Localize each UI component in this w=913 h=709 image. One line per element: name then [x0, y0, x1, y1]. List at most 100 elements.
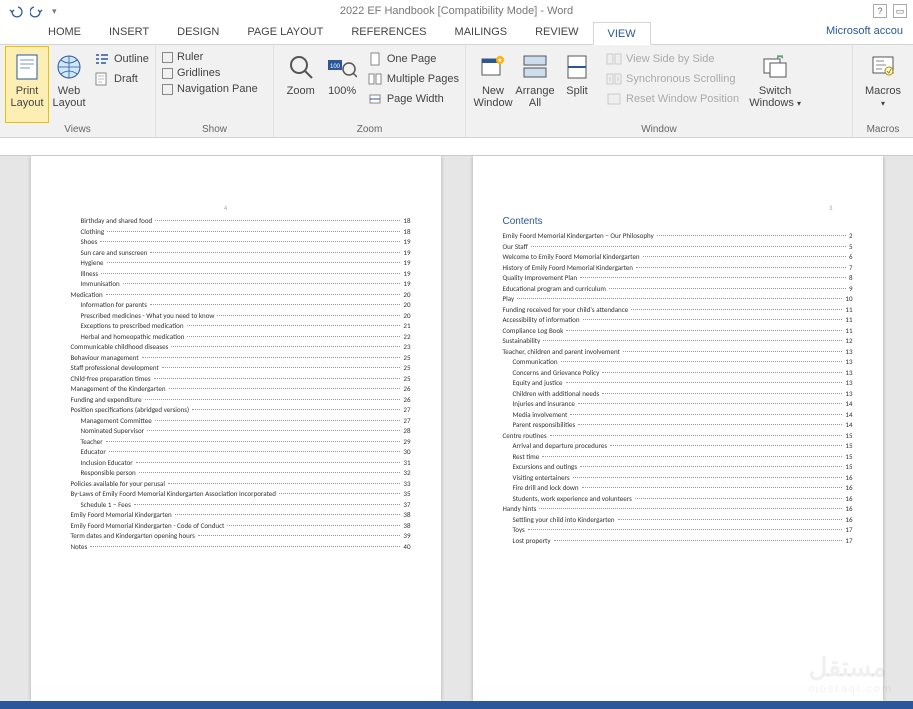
- toc-leader-dots: [142, 357, 401, 358]
- toc-row: Equity and justice13: [503, 378, 853, 389]
- toc-entry-text: Educational program and curriculum: [503, 284, 608, 295]
- multiple-pages-icon: [367, 71, 383, 87]
- new-window-button[interactable]: ★ New Window: [472, 47, 514, 122]
- toc-row: Lost property17: [503, 536, 853, 547]
- ribbon-display-options-icon[interactable]: ▭: [893, 4, 907, 18]
- arrange-all-button[interactable]: Arrange All: [514, 47, 556, 122]
- toc-entry-text: Schedule 1 – Fees: [81, 500, 133, 511]
- macros-button[interactable]: Macros▾: [859, 47, 907, 122]
- synchronous-scrolling-icon: [606, 71, 622, 87]
- toc-entry-page: 27: [401, 416, 410, 427]
- toc-row: Hygiene 19: [61, 258, 411, 269]
- toc-leader-dots: [610, 445, 842, 446]
- redo-icon[interactable]: [30, 4, 48, 18]
- split-button[interactable]: Split: [556, 47, 598, 122]
- tab-mailings[interactable]: MAILINGS: [441, 21, 522, 44]
- toc-entry-page: 18: [401, 227, 410, 238]
- toc-leader-dots: [543, 340, 842, 341]
- view-side-by-side-icon: [606, 51, 622, 67]
- toc-entry-text: Children with additional needs: [513, 389, 602, 400]
- account-label[interactable]: Microsoft accou: [826, 25, 903, 37]
- toc-entry-page: 13: [843, 378, 852, 389]
- toc-entry-text: Illness: [81, 269, 101, 280]
- toc-leader-dots: [139, 472, 401, 473]
- page-width-button[interactable]: Page Width: [367, 91, 459, 107]
- toc-leader-dots: [578, 424, 842, 425]
- toc-entry-page: 19: [401, 279, 410, 290]
- undo-icon[interactable]: [8, 4, 26, 18]
- toc-entry-page: 19: [401, 269, 410, 280]
- help-icon[interactable]: ?: [873, 4, 887, 18]
- toc-entry-text: Accessibility of information: [503, 315, 582, 326]
- checkbox-icon: [162, 68, 173, 79]
- hundred-percent-button[interactable]: 100 100%: [321, 47, 362, 122]
- one-page-label: One Page: [387, 53, 437, 65]
- toc-leader-dots: [192, 409, 400, 410]
- toc-entry-text: Management Committee: [81, 416, 154, 427]
- tab-references[interactable]: REFERENCES: [337, 21, 440, 44]
- toc-leader-dots: [198, 535, 400, 536]
- toc-entry-page: 16: [843, 504, 852, 515]
- toc-leader-dots: [169, 388, 401, 389]
- toc-entry-text: Excursions and outings: [513, 462, 580, 473]
- print-layout-button[interactable]: Print Layout: [6, 47, 48, 122]
- toc-entry-page: 15: [843, 441, 852, 452]
- toc-entry-page: 21: [401, 321, 410, 332]
- reset-window-position-icon: [606, 91, 622, 107]
- document-area[interactable]: 4 Birthday and shared food18Clothing18Sh…: [0, 156, 913, 701]
- toc-leader-dots: [162, 367, 401, 368]
- tab-review[interactable]: REVIEW: [521, 21, 592, 44]
- multiple-pages-button[interactable]: Multiple Pages: [367, 71, 459, 87]
- tab-design[interactable]: DESIGN: [163, 21, 233, 44]
- toc-leader-dots: [602, 393, 842, 394]
- arrange-all-icon: [519, 51, 551, 83]
- toc-row: Nominated Supervisor28: [61, 426, 411, 437]
- qat-dropdown-icon[interactable]: ▾: [52, 6, 57, 17]
- print-layout-label: Print Layout: [6, 85, 48, 109]
- switch-windows-button[interactable]: Switch Windows ▾: [747, 47, 803, 122]
- toc-entry-page: 27: [401, 405, 410, 416]
- one-page-button[interactable]: One Page: [367, 51, 459, 67]
- draft-button[interactable]: Draft: [94, 71, 149, 87]
- toc-entry-text: Lost property: [513, 536, 553, 547]
- toc-leader-dots: [168, 483, 400, 484]
- tab-home[interactable]: HOME: [34, 21, 95, 44]
- tab-insert[interactable]: INSERT: [95, 21, 163, 44]
- toc-entry-text: Child-free preparation times: [71, 374, 153, 385]
- toc-row: Settling your child into Kindergarten16: [503, 515, 853, 526]
- toc-row: Term dates and Kindergarten opening hour…: [61, 531, 411, 542]
- ruler-checkbox[interactable]: Ruler: [162, 51, 258, 63]
- toc-leader-dots: [623, 351, 842, 352]
- zoom-button[interactable]: Zoom: [280, 47, 321, 122]
- outline-button[interactable]: Outline: [94, 51, 149, 67]
- toc-leader-dots: [147, 430, 400, 431]
- navigation-pane-checkbox[interactable]: Navigation Pane: [162, 83, 258, 95]
- gridlines-checkbox[interactable]: Gridlines: [162, 67, 258, 79]
- toc-entry-text: Teacher, children and parent involvement: [503, 347, 622, 358]
- web-layout-button[interactable]: Web Layout: [48, 47, 90, 122]
- toc-entry-page: 19: [401, 248, 410, 259]
- toc-entry-page: 14: [843, 420, 852, 431]
- toc-row: Behaviour management25: [61, 353, 411, 364]
- toc-entry-text: Fire drill and lock down: [513, 483, 581, 494]
- toc-entry-text: Hygiene: [81, 258, 106, 269]
- toc-entry-text: Welcome to Emily Foord Memorial Kinderga…: [503, 252, 642, 263]
- toc-entry-text: Concerns and Grievance Policy: [513, 368, 602, 379]
- tab-view[interactable]: VIEW: [593, 22, 651, 45]
- toc-leader-dots: [528, 529, 843, 530]
- toc-leader-dots: [542, 456, 842, 457]
- toc-entry-page: 25: [401, 353, 410, 364]
- toc-entry-text: Centre routines: [503, 431, 549, 442]
- ribbon: Print Layout Web Layout Outline Draft Vi…: [0, 45, 913, 138]
- toc-entry-text: Medication: [71, 290, 105, 301]
- toc-entry-text: Responsible person: [81, 468, 138, 479]
- split-label: Split: [566, 85, 587, 97]
- toc-row: Communication13: [503, 357, 853, 368]
- toc-leader-dots: [145, 399, 401, 400]
- toc-entry-text: Parent responsibilities: [513, 420, 578, 431]
- toc-entry-page: 19: [401, 258, 410, 269]
- toc-leader-dots: [100, 241, 400, 242]
- toc-row: Excursions and outings15: [503, 462, 853, 473]
- toc-leader-dots: [561, 361, 843, 362]
- tab-page-layout[interactable]: PAGE LAYOUT: [233, 21, 337, 44]
